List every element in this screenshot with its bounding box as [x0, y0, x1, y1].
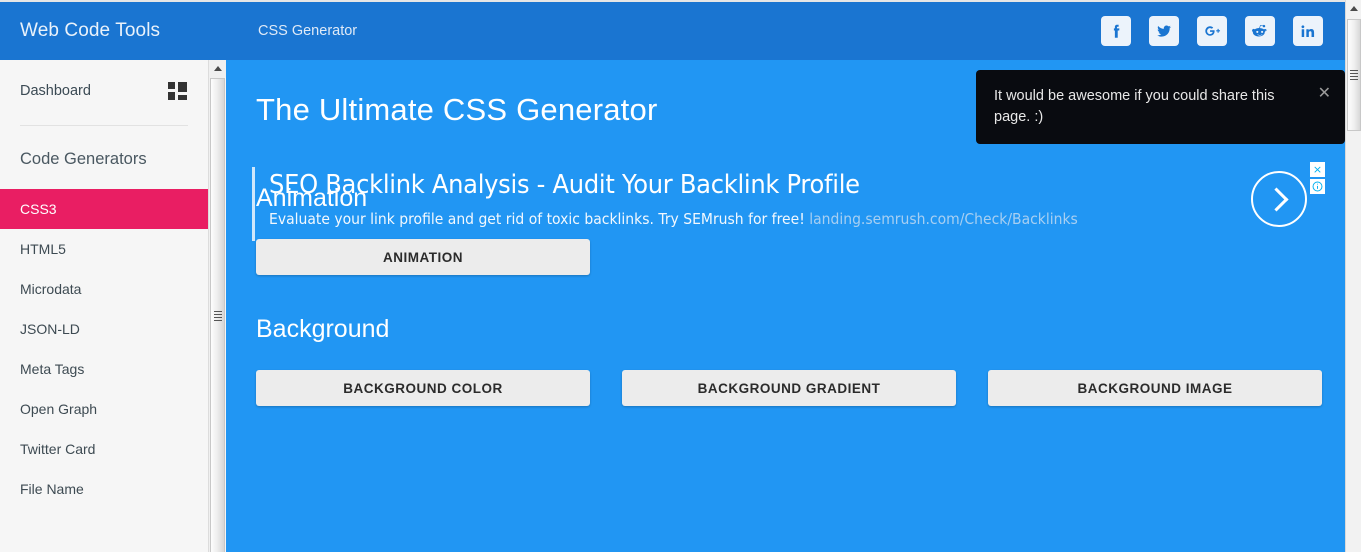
sidebar-item-label: Microdata: [20, 281, 82, 297]
toast-message: It would be awesome if you could share t…: [994, 88, 1275, 125]
advertisement-banner[interactable]: SEO Backlink Analysis - Audit Your Backl…: [252, 165, 1315, 243]
ad-close-icon[interactable]: ×: [1310, 162, 1325, 177]
sidebar-item-label: JSON-LD: [20, 321, 80, 337]
sidebar-item-css3[interactable]: CSS3: [0, 189, 208, 229]
google-plus-icon[interactable]: [1197, 16, 1227, 46]
app-header: Web Code Tools CSS Generator: [0, 2, 1345, 60]
linkedin-icon[interactable]: [1293, 16, 1323, 46]
sidebar-item-label: HTML5: [20, 241, 66, 257]
sidebar-item-twitter-card[interactable]: Twitter Card: [0, 429, 208, 469]
sidebar-item-label: Meta Tags: [20, 361, 85, 377]
scroll-up-arrow-icon[interactable]: [209, 60, 226, 77]
sidebar-item-label: Twitter Card: [20, 441, 96, 457]
sidebar-group-heading: Code Generators: [20, 150, 147, 168]
animation-button[interactable]: ANIMATION: [256, 239, 590, 275]
section-heading-background: Background: [256, 315, 390, 343]
ad-description-text: Evaluate your link profile and get rid o…: [269, 210, 805, 228]
browser-page: Web Code Tools CSS Generator Dashboard C…: [0, 0, 1361, 552]
brand-title: Web Code Tools: [20, 20, 161, 41]
sidebar-item-label: CSS3: [20, 201, 57, 217]
sidebar-item-label: Open Graph: [20, 401, 98, 417]
scrollbar-grip-icon: [214, 310, 222, 321]
reddit-icon[interactable]: [1245, 16, 1275, 46]
background-color-button[interactable]: BACKGROUND COLOR: [256, 370, 590, 406]
sidebar-scrollbar-thumb[interactable]: [210, 78, 225, 552]
facebook-icon[interactable]: [1101, 16, 1131, 46]
twitter-icon[interactable]: [1149, 16, 1179, 46]
ad-accent-bar: [252, 167, 255, 241]
sidebar-item-file-name[interactable]: File Name: [0, 469, 208, 509]
grid-dashboard-icon: [168, 82, 188, 100]
window-scrollbar[interactable]: [1345, 0, 1361, 552]
window-scrollbar-thumb[interactable]: [1347, 19, 1361, 131]
scrollbar-grip-icon: [1350, 70, 1358, 80]
share-toast: It would be awesome if you could share t…: [976, 70, 1345, 144]
ad-title[interactable]: SEO Backlink Analysis - Audit Your Backl…: [269, 170, 860, 200]
sidebar-item-html5[interactable]: HTML5: [0, 229, 208, 269]
sidebar-item-microdata[interactable]: Microdata: [0, 269, 208, 309]
scroll-up-arrow-icon[interactable]: [1346, 0, 1361, 17]
sidebar-item-open-graph[interactable]: Open Graph: [0, 389, 208, 429]
social-links: [1101, 16, 1345, 46]
sidebar-dashboard-label: Dashboard: [20, 83, 91, 99]
background-image-button[interactable]: BACKGROUND IMAGE: [988, 370, 1322, 406]
page-tag-label: CSS Generator: [258, 23, 358, 39]
ad-description: Evaluate your link profile and get rid o…: [269, 210, 1078, 228]
sidebar: Dashboard Code Generators CSS3 HTML5 Mic…: [0, 60, 208, 552]
close-icon[interactable]: ✕: [1318, 83, 1331, 102]
sidebar-item-dashboard[interactable]: Dashboard: [0, 60, 208, 122]
sidebar-item-json-ld[interactable]: JSON-LD: [0, 309, 208, 349]
ad-choices-controls: ×: [1310, 162, 1325, 194]
background-gradient-button[interactable]: BACKGROUND GRADIENT: [622, 370, 956, 406]
sidebar-scrollbar[interactable]: [208, 60, 226, 552]
chevron-right-icon[interactable]: [1251, 171, 1307, 227]
background-button-row: BACKGROUND COLOR BACKGROUND GRADIENT BAC…: [226, 370, 1345, 406]
animation-button-row: ANIMATION: [226, 239, 1345, 275]
sidebar-item-meta-tags[interactable]: Meta Tags: [0, 349, 208, 389]
ad-info-icon[interactable]: [1310, 179, 1325, 194]
sidebar-item-label: File Name: [20, 481, 84, 497]
ad-url[interactable]: landing.semrush.com/Check/Backlinks: [809, 210, 1078, 228]
